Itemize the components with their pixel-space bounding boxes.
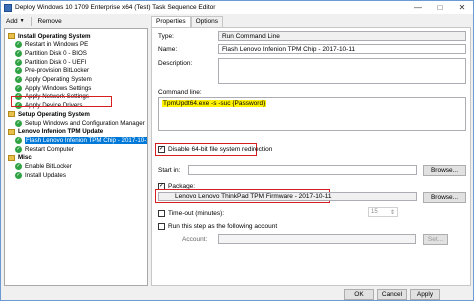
tree-node-label: Apply Windows Settings <box>25 84 92 92</box>
remove-label: Remove <box>37 17 62 25</box>
folder-icon <box>8 111 15 118</box>
tree-group[interactable]: Setup Operating System <box>8 110 90 118</box>
tree-node-label: Lenovo Infenion TPM Update <box>18 128 104 136</box>
folder-icon <box>8 154 15 161</box>
tree-step[interactable]: ✓ Pre-provision BitLocker <box>15 67 89 75</box>
run-as-label: Run this step as the following account <box>168 223 278 230</box>
folder-icon <box>8 33 15 39</box>
description-label: Description: <box>158 60 193 67</box>
spinner-arrows-icon: ⇕ <box>389 209 395 216</box>
check-circle-icon: ✓ <box>15 119 22 127</box>
add-menu-button[interactable]: Add ▼ <box>4 18 27 25</box>
check-circle-icon: ✓ <box>15 58 22 66</box>
timeout-label: Time-out (minutes): <box>168 210 225 217</box>
tree-node-label: Partition Disk 0 - UEFI <box>25 58 87 66</box>
type-field: Run Command Line <box>218 31 466 41</box>
tree-step[interactable]: ✓ Restart in Windows PE <box>15 41 88 49</box>
remove-button[interactable]: Remove <box>36 18 64 25</box>
check-circle-icon: ✓ <box>15 67 22 75</box>
tree-step[interactable]: ✓ Apply Windows Settings <box>15 84 91 92</box>
check-circle-icon: ✓ <box>15 136 22 144</box>
timeout-value: 15 <box>371 209 378 215</box>
package-browse-button[interactable]: Browse... <box>423 192 466 203</box>
run-as-checkbox[interactable] <box>158 223 165 230</box>
disable-redirection-checkbox[interactable]: ✓ <box>158 146 165 153</box>
check-circle-icon: ✓ <box>15 145 22 153</box>
tree-node-label: Apply Operating System <box>25 76 92 83</box>
tree-node-label: Partition Disk 0 - BIOS <box>25 49 87 57</box>
tree-step[interactable]: ✓ Partition Disk 0 - BIOS <box>15 49 87 57</box>
timeout-stepper[interactable]: 15 ⇕ <box>368 207 398 217</box>
tree-node-label: Setup Operating System <box>18 110 90 118</box>
tree-group[interactable]: Misc <box>8 154 32 162</box>
name-value: Flash Lenovo Infenion TPM Chip - 2017-10… <box>222 45 356 53</box>
tree-step[interactable]: ✓ Flash Lenovo Infenion TPM Chip - 2017-1… <box>15 136 147 144</box>
minimize-button[interactable]: — <box>407 1 429 14</box>
command-line-label: Command line: <box>158 89 202 96</box>
title-bar: Deploy Windows 10 1709 Enterprise x64 (T… <box>1 1 473 14</box>
check-circle-icon: ✓ <box>15 76 22 83</box>
command-line-input[interactable]: TpmUpdt64.exe -s -suc {Password} <box>158 97 466 131</box>
tree-step[interactable]: ✓ Partition Disk 0 - UEFI <box>15 58 86 66</box>
tree-node-label: Pre-provision BitLocker <box>25 67 89 75</box>
tree-group[interactable]: Install Operating System <box>8 32 91 40</box>
type-label: Type: <box>158 33 174 40</box>
disable-redirection-label: Disable 64-bit file system redirection <box>168 146 273 153</box>
tab-options[interactable]: Options <box>190 16 224 27</box>
close-button[interactable]: ✕ <box>451 1 473 14</box>
timeout-checkbox[interactable] <box>158 210 165 217</box>
command-line-value: TpmUpdt64.exe -s -suc {Password} <box>162 100 267 107</box>
tree-node-label: Enable BitLocker <box>25 163 72 170</box>
name-input[interactable]: Flash Lenovo Infenion TPM Chip - 2017-10… <box>218 44 466 54</box>
start-in-browse-button[interactable]: Browse... <box>423 165 466 176</box>
app-icon <box>4 3 12 12</box>
tree-group[interactable]: Lenovo Infenion TPM Update <box>8 128 103 136</box>
task-sequence-tree[interactable]: Install Operating System ✓ Restart in Wind… <box>4 28 148 286</box>
chevron-down-icon: ▼ <box>19 18 25 24</box>
check-circle-icon: ✓ <box>15 171 22 179</box>
task-sequence-editor-window: Deploy Windows 10 1709 Enterprise x64 (T… <box>0 0 474 301</box>
start-in-input[interactable] <box>188 165 417 175</box>
selected-step-highlight <box>11 96 112 107</box>
tree-step[interactable]: ✓ Install Updates <box>15 171 66 179</box>
tree-step[interactable]: ✓ Enable BitLocker <box>15 163 72 171</box>
check-circle-icon: ✓ <box>15 41 22 49</box>
window-title: Deploy Windows 10 1709 Enterprise x64 (T… <box>15 4 216 11</box>
package-field: Lenovo Lenovo ThinkPad TPM Firmware - 20… <box>158 192 417 201</box>
package-value: Lenovo Lenovo ThinkPad TPM Firmware - 20… <box>175 193 332 200</box>
tree-node-label: Install Operating System <box>18 32 91 40</box>
tree-step[interactable]: ✓ Setup Windows and Configuration Manager <box>15 119 145 127</box>
type-value: Run Command Line <box>222 32 280 40</box>
check-circle-icon: ✓ <box>15 163 22 170</box>
account-label: Account: <box>182 236 208 243</box>
check-circle-icon: ✓ <box>15 49 22 57</box>
tree-step[interactable]: ✓ Apply Operating System <box>15 76 92 84</box>
toolbar-divider <box>30 16 32 26</box>
tab-properties[interactable]: Properties <box>151 16 191 27</box>
cancel-button[interactable]: Cancel <box>377 289 407 300</box>
tree-node-label: Flash Lenovo Infenion TPM Chip - 2017-10… <box>25 136 147 144</box>
description-input[interactable] <box>218 58 466 84</box>
properties-panel: Type: Run Command Line Name: Flash Lenov… <box>151 27 471 286</box>
name-label: Name: <box>158 46 178 53</box>
tree-node-label: Misc <box>18 154 32 162</box>
ok-button[interactable]: OK <box>344 289 374 300</box>
tree-node-label: Restart in Windows PE <box>25 41 89 49</box>
add-label: Add <box>6 17 18 25</box>
maximize-button[interactable]: □ <box>429 1 451 14</box>
tree-node-label: Install Updates <box>25 171 66 179</box>
folder-icon <box>8 128 15 135</box>
check-circle-icon: ✓ <box>15 84 22 92</box>
start-in-label: Start in: <box>158 167 181 174</box>
tree-node-label: Setup Windows and Configuration Manager <box>25 119 145 127</box>
tree-node-label: Restart Computer <box>25 145 74 153</box>
tab-strip: Properties Options <box>151 16 224 27</box>
tree-step[interactable]: ✓ Restart Computer <box>15 145 74 153</box>
apply-button[interactable]: Apply <box>410 289 440 300</box>
account-input[interactable] <box>218 234 416 244</box>
toolbar: Add ▼ Remove <box>1 15 64 27</box>
set-account-button[interactable]: Set... <box>423 234 448 245</box>
